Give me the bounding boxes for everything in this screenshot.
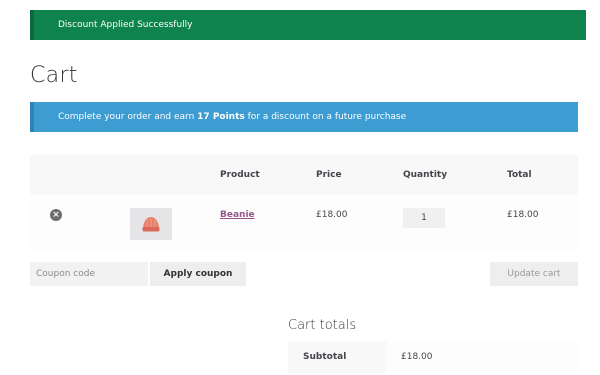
cart-totals-table: Subtotal £18.00 <box>288 341 578 373</box>
coupon-code-input[interactable] <box>30 262 148 286</box>
points-notice: Complete your order and earn 17 Points f… <box>30 102 578 132</box>
points-notice-prefix: Complete your order and earn <box>58 112 198 122</box>
subtotal-label: Subtotal <box>288 341 386 373</box>
item-total: £18.00 <box>507 210 539 220</box>
header-price: Price <box>316 170 342 180</box>
beanie-hat-icon <box>142 217 160 232</box>
page-title: Cart <box>30 63 78 88</box>
cart-table: Product Price Quantity Total × Beanie £1… <box>30 155 578 251</box>
subtotal-value: £18.00 <box>386 341 578 373</box>
header-product: Product <box>220 170 260 180</box>
product-thumbnail[interactable] <box>130 208 172 240</box>
apply-coupon-button[interactable]: Apply coupon <box>150 262 246 286</box>
product-link-beanie[interactable]: Beanie <box>220 210 255 220</box>
header-total: Total <box>507 170 532 180</box>
points-notice-points: 17 Points <box>197 112 245 122</box>
success-notice-text: Discount Applied Successfully <box>58 20 193 30</box>
points-notice-text: Complete your order and earn 17 Points f… <box>58 112 406 122</box>
points-notice-suffix: for a discount on a future purchase <box>244 112 407 122</box>
cart-totals-title: Cart totals <box>288 318 357 333</box>
quantity-input[interactable] <box>403 208 445 228</box>
item-price: £18.00 <box>316 210 348 220</box>
header-quantity: Quantity <box>403 170 448 180</box>
cart-item-row: × Beanie £18.00 £18.00 <box>30 195 578 251</box>
success-notice: Discount Applied Successfully <box>30 10 586 40</box>
cart-table-header: Product Price Quantity Total <box>30 155 578 195</box>
remove-item-icon[interactable]: × <box>50 209 62 221</box>
update-cart-button[interactable]: Update cart <box>490 262 578 286</box>
